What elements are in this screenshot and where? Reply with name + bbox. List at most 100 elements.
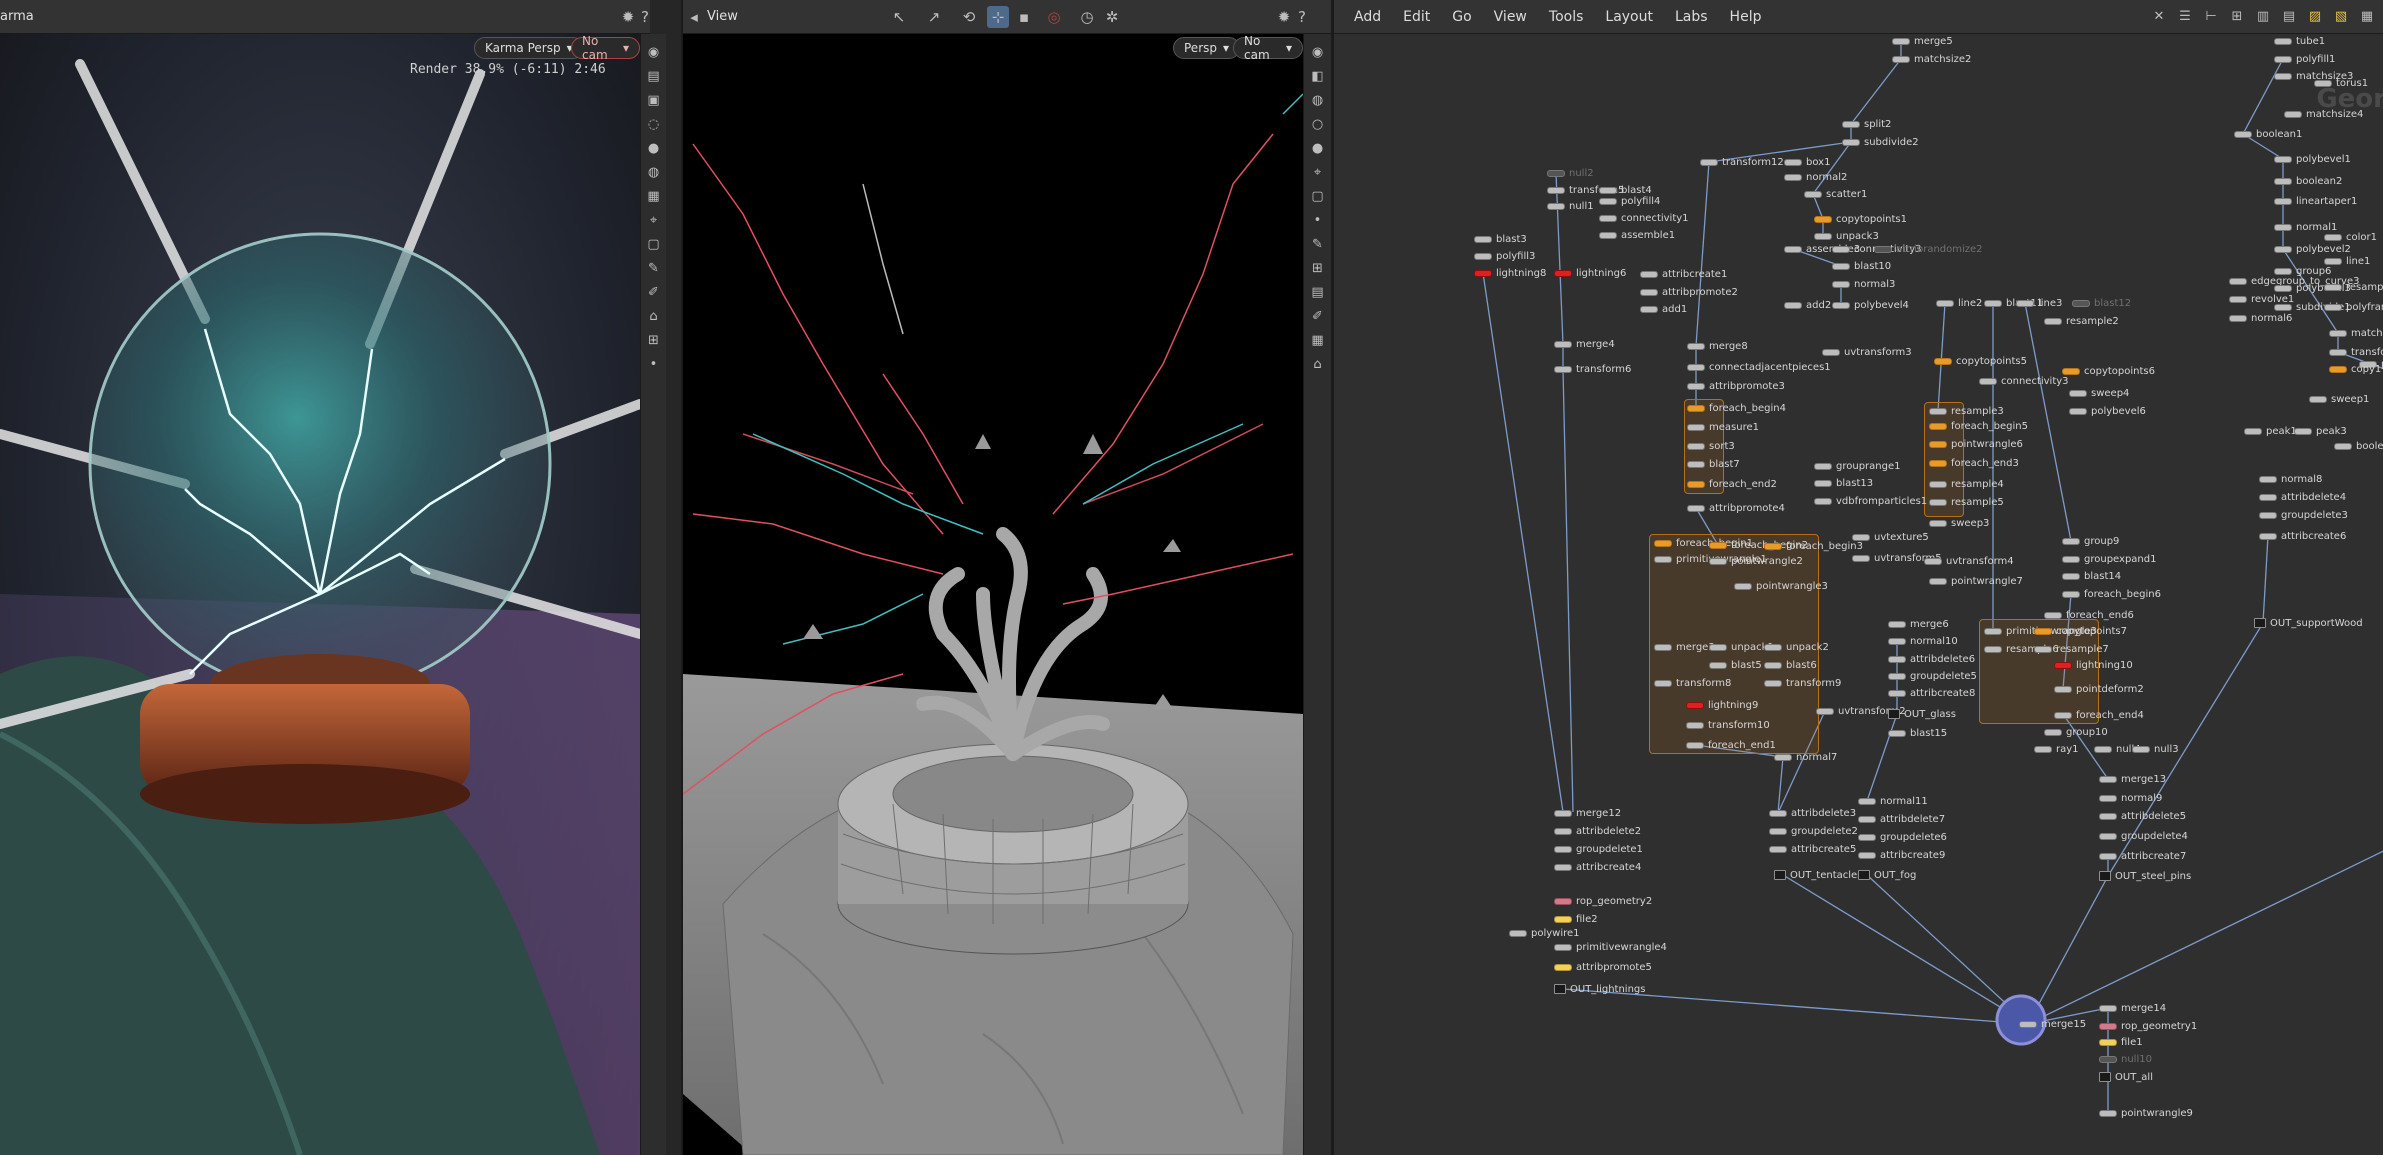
node-body[interactable] [1814, 462, 1832, 470]
network-node[interactable]: torus1 [2314, 76, 2368, 90]
node-body[interactable] [1709, 661, 1727, 669]
network-node[interactable]: OUT_supportWood [2254, 616, 2363, 630]
network-node[interactable]: transform9 [1764, 676, 1841, 690]
network-node[interactable]: line2 [1936, 296, 1982, 310]
network-node[interactable]: sweep1 [2309, 392, 2369, 406]
node-body[interactable] [2234, 130, 2252, 138]
node-body[interactable] [2062, 555, 2080, 563]
help-icon[interactable]: ? [639, 6, 651, 28]
list-icon[interactable]: ☰ [2176, 6, 2194, 26]
node-body[interactable] [2099, 1038, 2117, 1046]
node-body[interactable] [2099, 775, 2117, 783]
network-node[interactable]: add2 [1784, 298, 1831, 312]
node-body[interactable] [2329, 365, 2347, 373]
node-body[interactable] [2044, 728, 2062, 736]
lock-icon[interactable]: ▣ [644, 90, 664, 110]
network-node[interactable]: grouprange1 [1814, 459, 1900, 473]
grid-icon[interactable]: ⊞ [1308, 258, 1328, 278]
network-node[interactable]: transform12 [1700, 155, 1784, 169]
network-node[interactable]: foreach_end2 [1687, 477, 1777, 491]
network-node[interactable]: merge14 [2099, 1001, 2166, 1015]
node-body[interactable] [1686, 741, 1704, 749]
node-body[interactable] [1709, 557, 1727, 565]
node-body[interactable] [1929, 519, 1947, 527]
network-node[interactable]: copytopoints5 [1934, 354, 2027, 368]
network-node[interactable]: merge4 [1554, 337, 1615, 351]
node-body[interactable] [1687, 504, 1705, 512]
node-body[interactable] [2324, 283, 2342, 291]
node-body[interactable] [1936, 299, 1954, 307]
network-node[interactable]: attribcreate7 [2099, 849, 2186, 863]
bulb-icon[interactable]: ○ [1308, 114, 1328, 134]
network-node[interactable]: groupdelete6 [1858, 830, 1947, 844]
network-node[interactable]: lightning8 [1474, 266, 1546, 280]
network-canvas[interactable]: Geor merge5 matchsize2 split2 subdivide2 tra… [1334, 34, 2383, 1155]
node-body[interactable] [1842, 120, 1860, 128]
network-node[interactable]: matchsize7 [2329, 326, 2383, 340]
node-body[interactable] [2062, 537, 2080, 545]
node-body[interactable] [1784, 173, 1802, 181]
network-node[interactable]: lineartaper1 [2274, 194, 2357, 208]
node-body[interactable] [1687, 363, 1705, 371]
node-body[interactable] [1687, 404, 1705, 412]
node-body[interactable] [1929, 480, 1947, 488]
network-node[interactable]: primitivewrangle4 [1554, 940, 1667, 954]
node-body[interactable] [2099, 812, 2117, 820]
node-body[interactable] [2274, 55, 2292, 63]
node-body[interactable] [1984, 299, 2002, 307]
network-node[interactable]: file2 [1554, 912, 1598, 926]
network-node[interactable]: measure1 [1687, 420, 1759, 434]
network-node[interactable]: resample3 [1929, 404, 2004, 418]
network-node[interactable]: foreach_begin4 [1687, 401, 1786, 415]
node-body[interactable] [2044, 611, 2062, 619]
network-node[interactable]: attribrandomize2 [1874, 242, 1983, 256]
network-node[interactable]: polyframe1 [2324, 300, 2383, 314]
network-node[interactable]: boolean3 [2334, 439, 2383, 453]
sphere-icon[interactable]: ● [644, 138, 664, 158]
node-body[interactable] [2334, 442, 2352, 450]
menu-add[interactable]: Add [1354, 9, 1381, 25]
network-node[interactable]: attribpromote2 [1640, 285, 1738, 299]
network-node[interactable]: subdivide2 [1842, 135, 1919, 149]
node-body[interactable] [1654, 555, 1672, 563]
node-body[interactable] [2274, 177, 2292, 185]
network-node[interactable]: blast14 [2062, 569, 2121, 583]
snap-tool-icon[interactable]: ⊹ [987, 5, 1009, 28]
node-body[interactable] [1654, 643, 1672, 651]
node-body[interactable] [1686, 721, 1704, 729]
node-body[interactable] [1554, 269, 1572, 277]
node-body[interactable] [1814, 479, 1832, 487]
node-body[interactable] [1547, 202, 1565, 210]
viewport-3d[interactable]: Persp ▾ No cam ▾ [683, 34, 1303, 1155]
network-node[interactable]: attribcreate6 [2259, 529, 2346, 543]
network-node[interactable]: vdbfromparticles1 [1814, 494, 1927, 508]
node-body[interactable] [1474, 235, 1492, 243]
node-body[interactable] [1888, 709, 1900, 719]
network-node[interactable]: polyfill3 [1474, 249, 1535, 263]
eye-icon[interactable]: ◉ [1308, 42, 1328, 62]
node-body[interactable] [2099, 1055, 2117, 1063]
network-node[interactable]: foreach_end4 [2054, 708, 2144, 722]
node-body[interactable] [1924, 557, 1942, 565]
network-node[interactable]: peak1 [2244, 424, 2297, 438]
handle-tool-icon[interactable]: ▪ [1013, 6, 1035, 28]
node-body[interactable] [1709, 643, 1727, 651]
node-body[interactable] [2229, 295, 2247, 303]
rotate-tool-icon[interactable]: ⟲ [958, 6, 980, 28]
network-node[interactable]: null3 [2132, 742, 2179, 756]
network-node[interactable]: assemble1 [1599, 228, 1675, 242]
network-node[interactable]: normal3 [1832, 277, 1895, 291]
network-node[interactable]: merge5 [1892, 34, 1953, 48]
view-arrow-icon[interactable]: ◂ [687, 6, 701, 28]
paint-icon[interactable]: ✐ [1308, 306, 1328, 326]
node-body[interactable] [2274, 223, 2292, 231]
menu-tools[interactable]: Tools [1549, 9, 1584, 25]
karma-no-cam-menu[interactable]: No cam ▾ [571, 34, 640, 62]
network-node[interactable]: matchsize4 [2284, 107, 2363, 121]
eye-icon[interactable]: ◉ [644, 42, 664, 62]
wrench-icon[interactable]: ✕ [2150, 6, 2168, 26]
network-node[interactable]: group10 [2044, 725, 2108, 739]
network-node[interactable]: attribcreate5 [1769, 842, 1856, 856]
layers-icon[interactable]: ▤ [644, 66, 664, 86]
network-node[interactable]: attribdelete3 [1769, 806, 1856, 820]
